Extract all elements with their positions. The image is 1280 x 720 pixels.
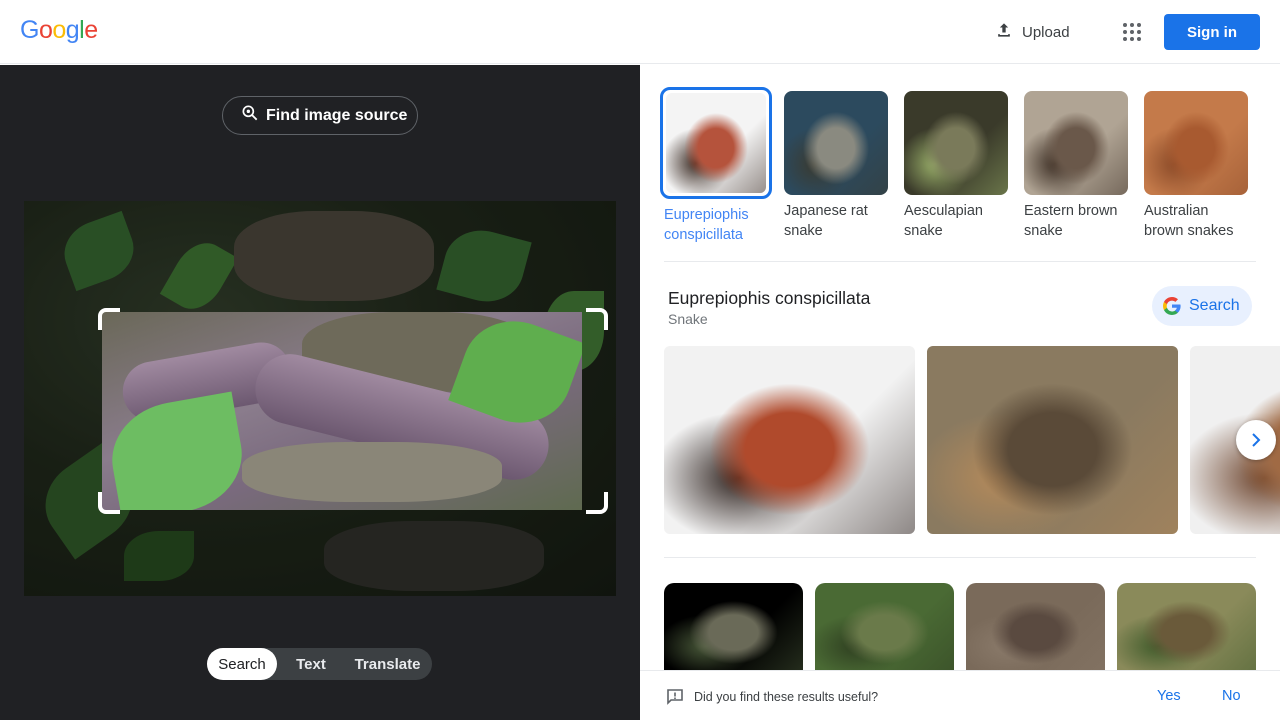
- candidate-item[interactable]: Australian brown snakes: [1144, 91, 1248, 245]
- mode-search-tab[interactable]: Search: [207, 648, 277, 680]
- chevron-right-icon: [1252, 433, 1261, 447]
- upload-icon: [994, 20, 1014, 44]
- gallery-image[interactable]: [927, 346, 1178, 534]
- visual-match-image[interactable]: [966, 583, 1105, 673]
- feedback-icon: [667, 689, 683, 705]
- upload-button[interactable]: Upload: [984, 12, 1080, 52]
- candidate-label: Euprepiophis conspicillata: [664, 207, 749, 243]
- candidate-label: Eastern brown snake: [1024, 203, 1118, 239]
- find-image-source-label: Find image source: [266, 106, 408, 124]
- feedback-question: Did you find these results useful?: [694, 690, 879, 704]
- mode-switcher: Search Text Translate: [207, 648, 432, 680]
- divider: [664, 557, 1256, 558]
- candidate-label: Japanese rat snake: [784, 203, 868, 239]
- candidate-thumbnail: [1144, 91, 1248, 195]
- logo-letter: e: [84, 16, 98, 44]
- crop-handle-bottom-right[interactable]: [586, 492, 608, 514]
- google-logo[interactable]: Google: [20, 16, 98, 45]
- entity-search-label: Search: [1189, 297, 1240, 314]
- lens-search-icon: [240, 103, 260, 128]
- candidate-item[interactable]: Aesculapian snake: [904, 91, 1008, 245]
- entity-title: Euprepiophis conspicillata: [668, 288, 871, 308]
- find-image-source-button[interactable]: Find image source: [222, 96, 418, 135]
- candidate-item[interactable]: Japanese rat snake: [784, 91, 888, 245]
- results-panel: Euprepiophis conspicillata Japanese rat …: [640, 65, 1280, 720]
- visual-match-image[interactable]: [664, 583, 803, 673]
- crop-handle-bottom-left[interactable]: [98, 492, 120, 514]
- visual-match-image[interactable]: [1117, 583, 1256, 673]
- mode-text-tab[interactable]: Text: [277, 648, 345, 680]
- logo-letter: G: [20, 16, 39, 44]
- candidate-thumbnail: [784, 91, 888, 195]
- candidate-item[interactable]: Euprepiophis conspicillata: [660, 87, 772, 245]
- candidate-thumbnail: [904, 91, 1008, 195]
- entity-subtitle: Snake: [668, 311, 708, 327]
- candidate-list: Euprepiophis conspicillata Japanese rat …: [660, 87, 1248, 245]
- visual-matches: [664, 583, 1256, 673]
- mode-translate-tab[interactable]: Translate: [345, 648, 430, 680]
- candidate-label: Aesculapian snake: [904, 203, 983, 239]
- crop-handle-top-right[interactable]: [586, 308, 608, 330]
- visual-match-image[interactable]: [815, 583, 954, 673]
- entity-image-gallery: [664, 346, 1280, 534]
- logo-letter: g: [65, 16, 80, 44]
- upload-label: Upload: [1022, 23, 1070, 41]
- google-g-icon: [1163, 297, 1181, 315]
- candidate-thumbnail: [666, 93, 766, 193]
- top-bar: Google Upload Sign in: [0, 0, 1280, 64]
- entity-search-button[interactable]: Search: [1152, 286, 1252, 326]
- crop-region[interactable]: [102, 312, 582, 510]
- feedback-no-button[interactable]: No: [1222, 688, 1241, 704]
- apps-grid-button[interactable]: [1112, 12, 1152, 52]
- logo-letter: o: [52, 16, 66, 44]
- candidate-item[interactable]: Eastern brown snake: [1024, 91, 1128, 245]
- image-query-panel: Find image source Search Text Translate: [0, 65, 640, 720]
- feedback-yes-button[interactable]: Yes: [1157, 688, 1181, 704]
- divider: [664, 261, 1256, 262]
- crop-handle-top-left[interactable]: [98, 308, 120, 330]
- feedback-bar: Did you find these results useful? Yes N…: [640, 670, 1280, 720]
- grid-apps-icon: [1123, 23, 1141, 41]
- candidate-thumbnail: [1024, 91, 1128, 195]
- logo-letter: o: [38, 16, 53, 44]
- gallery-image[interactable]: [664, 346, 915, 534]
- sign-in-button[interactable]: Sign in: [1164, 14, 1260, 50]
- gallery-next-button[interactable]: [1236, 420, 1276, 460]
- candidate-label: Australian brown snakes: [1144, 203, 1234, 239]
- query-image: [24, 201, 616, 596]
